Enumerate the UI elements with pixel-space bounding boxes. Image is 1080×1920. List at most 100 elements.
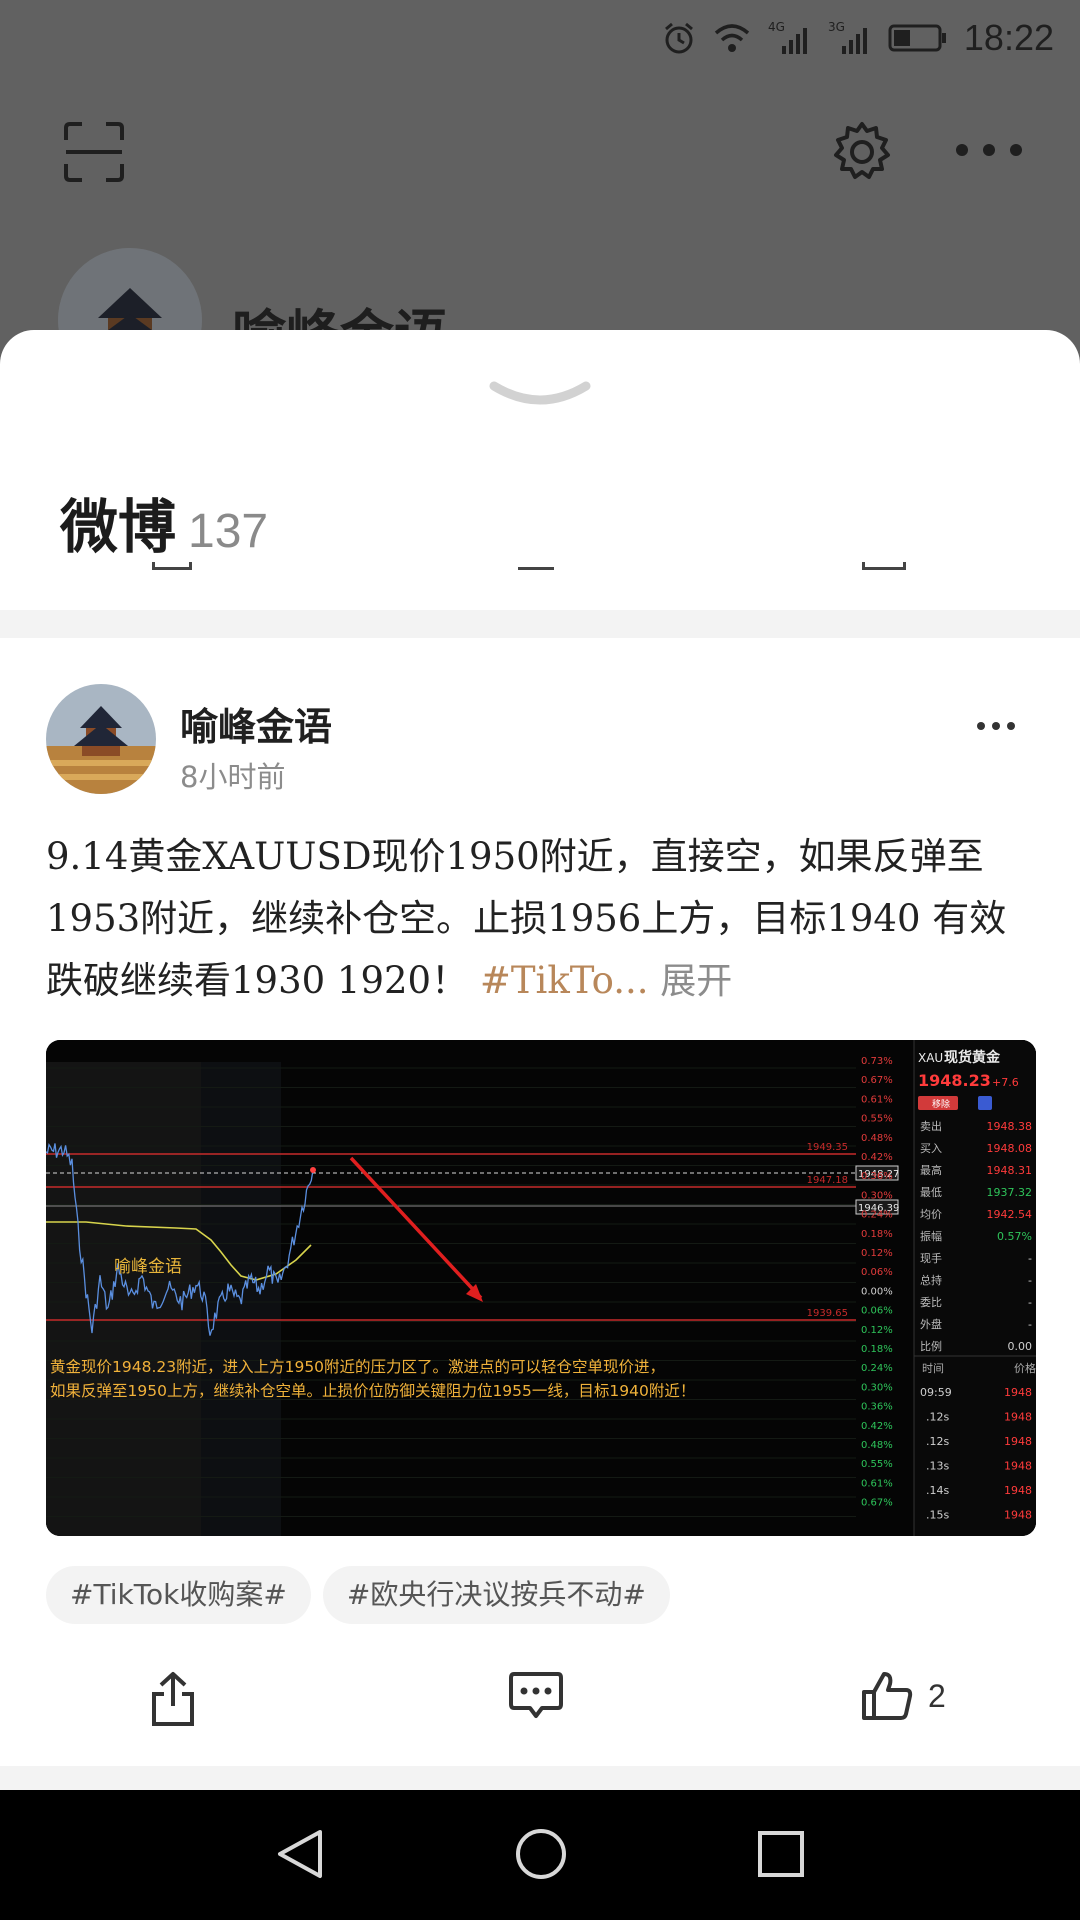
percent-tick: 0.18% (861, 1344, 893, 1355)
chart-watermark: 喻峰金语 (114, 1257, 182, 1277)
quote-change: +7.6 (992, 1076, 1019, 1089)
quote-row-value: - (1028, 1318, 1032, 1331)
quote-row-value: 1948.38 (987, 1120, 1033, 1133)
percent-tick: 0.67% (861, 1075, 893, 1086)
home-icon[interactable] (514, 1826, 568, 1882)
post-body[interactable]: 9.14黄金XAUUSD现价1950附近，直接空，如果反弹至1953附近，继续补… (46, 826, 1042, 1013)
percent-tick: 0.24% (861, 1210, 893, 1221)
like-button[interactable]: 2 (860, 1670, 946, 1722)
share-icon (152, 1672, 194, 1726)
percent-tick: 0.42% (861, 1152, 893, 1163)
status-time: 18:22 (963, 17, 1054, 58)
tick-price: 1948 (1004, 1435, 1032, 1448)
percent-tick: 0.12% (861, 1248, 893, 1259)
share-button[interactable] (148, 1670, 198, 1728)
status-bar: 4G 3G 18:22 (0, 0, 1080, 76)
recents-icon[interactable] (756, 1826, 806, 1882)
percent-tick: 0.06% (861, 1306, 893, 1317)
collapse-chevron-icon[interactable] (488, 376, 592, 416)
post-author-row: 喻峰金语 8小时前 (46, 684, 1036, 794)
quote-row-label: 均价 (920, 1208, 942, 1221)
percent-tick: 0.18% (861, 1229, 893, 1240)
section-divider (0, 610, 1080, 638)
tick-time: .12s (926, 1411, 949, 1424)
post-image-gold-chart[interactable]: 1949.35 1947.18 1939.65 1948.27 1946.39 … (46, 1040, 1036, 1536)
post-author-name[interactable]: 喻峰金语 (180, 696, 332, 751)
quote-row-label: 振幅 (920, 1229, 942, 1243)
percent-tick: 0.12% (861, 1325, 893, 1336)
quote-row-value: 1948.31 (987, 1164, 1033, 1177)
tick-price: 1948 (1004, 1509, 1032, 1522)
quote-row-value: 0.00 (1008, 1340, 1033, 1353)
percent-tick: 0.36% (861, 1171, 893, 1182)
quote-row-label: 现手 (920, 1251, 942, 1265)
post-more-icon[interactable] (976, 720, 1016, 732)
percent-tick: 0.61% (861, 1094, 893, 1105)
post-timestamp: 8小时前 (180, 760, 286, 794)
tick-header-price: 价格 (1014, 1361, 1036, 1375)
system-navigation-bar (0, 1790, 1080, 1920)
tag-ecb[interactable]: #欧央行决议按兵不动# (322, 1566, 670, 1624)
quote-row-label: 比例 (920, 1339, 942, 1353)
percent-tick: 0.73% (861, 1056, 893, 1067)
weibo-bottom-sheet: 微博 137 喻峰金语 8小时前 9.14黄金XAUUSD现价1950附近，直接… (0, 330, 1080, 1790)
quote-row-label: 总持 (920, 1273, 942, 1287)
percent-tick: 0.42% (861, 1421, 893, 1432)
background-top-bar (0, 110, 1080, 190)
quote-row-value: 0.57% (997, 1230, 1032, 1243)
tick-time: .13s (926, 1460, 949, 1473)
quote-row-label: 卖出 (920, 1119, 942, 1133)
percent-tick: 0.00% (861, 1286, 893, 1297)
quote-row-label: 外盘 (920, 1317, 942, 1331)
quote-row-value: 1942.54 (987, 1208, 1033, 1221)
scan-icon (64, 122, 124, 182)
tick-time: .12s (926, 1435, 949, 1448)
quote-row-label: 买入 (920, 1142, 942, 1155)
alarm-icon (664, 22, 693, 54)
background-profile-page: 4G 3G 18:22 喻峰金语 (0, 0, 1080, 360)
chart-shaded-region (46, 1062, 201, 1536)
tag-tiktok[interactable]: #TikTok收购案# (46, 1566, 311, 1624)
peek-icon-left (152, 562, 192, 570)
bottom-divider (0, 1766, 1080, 1790)
gold-chart-svg: 1949.35 1947.18 1939.65 1948.27 1946.39 … (46, 1040, 1036, 1536)
post-tags: #TikTok收购案# #欧央行决议按兵不动# (46, 1566, 670, 1624)
tick-price: 1948 (1004, 1484, 1032, 1497)
percent-tick: 0.55% (861, 1114, 893, 1125)
quote-row-value: 1948.08 (987, 1142, 1033, 1155)
quote-row-label: 最低 (920, 1186, 942, 1199)
quote-bell-icon (978, 1096, 992, 1110)
chart-caption-line-2: 如果反弹至1950上方，继续补仓空单。止损价位防御关键阻力位1955一线，目标1… (50, 1382, 695, 1400)
tick-price: 1948 (1004, 1460, 1032, 1473)
last-price-dot (310, 1167, 316, 1173)
gear-icon (834, 122, 890, 179)
tick-price: 1948 (1004, 1411, 1032, 1424)
tick-time: 09:59 (920, 1386, 952, 1399)
signal-3g-icon: 3G (828, 20, 867, 54)
quote-name: 现货黄金 (944, 1049, 1001, 1066)
back-icon[interactable] (274, 1826, 326, 1882)
peek-icon-middle (518, 562, 554, 570)
like-count: 2 (928, 1677, 946, 1714)
post-actions: 2 (0, 1670, 1080, 1760)
sheet-count: 137 (188, 505, 269, 558)
expand-link[interactable]: 展开 (660, 961, 732, 1002)
signal-4g-icon: 4G (768, 20, 807, 54)
percent-tick: 0.61% (861, 1478, 893, 1489)
chart-shaded-region-2 (201, 1062, 281, 1536)
quote-row-value: - (1028, 1296, 1032, 1309)
thumbs-up-icon (862, 1672, 913, 1720)
comment-button[interactable] (508, 1670, 564, 1722)
signal-3g-label: 3G (828, 20, 845, 34)
tick-price: 1948 (1004, 1386, 1032, 1399)
quote-row-label: 最高 (920, 1163, 942, 1177)
post-inline-hashtag[interactable]: #TikTo... (480, 959, 649, 1002)
peek-action-icons (0, 562, 1080, 572)
more-icon (956, 144, 1022, 156)
post-avatar[interactable] (46, 684, 156, 794)
percent-tick: 0.30% (861, 1190, 893, 1201)
tick-header-time: 时间 (922, 1362, 944, 1375)
quote-row-value: - (1028, 1252, 1032, 1265)
tick-time: .14s (926, 1484, 949, 1497)
sheet-header: 微博 137 (60, 480, 268, 564)
